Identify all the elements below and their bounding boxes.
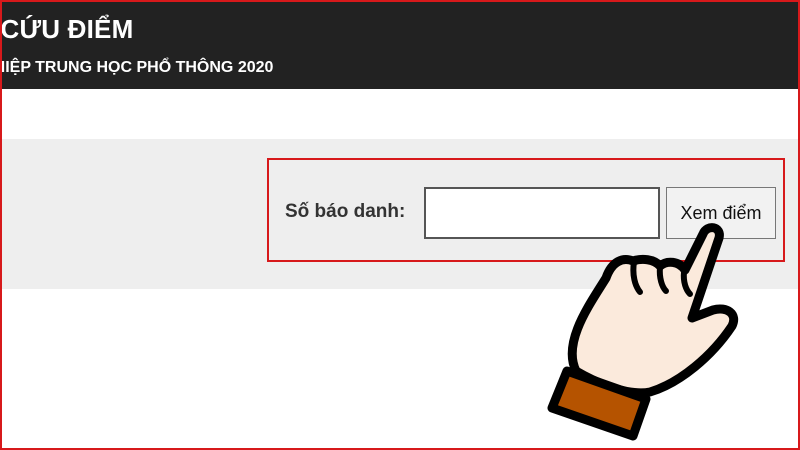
pointing-hand-icon: [547, 223, 739, 441]
